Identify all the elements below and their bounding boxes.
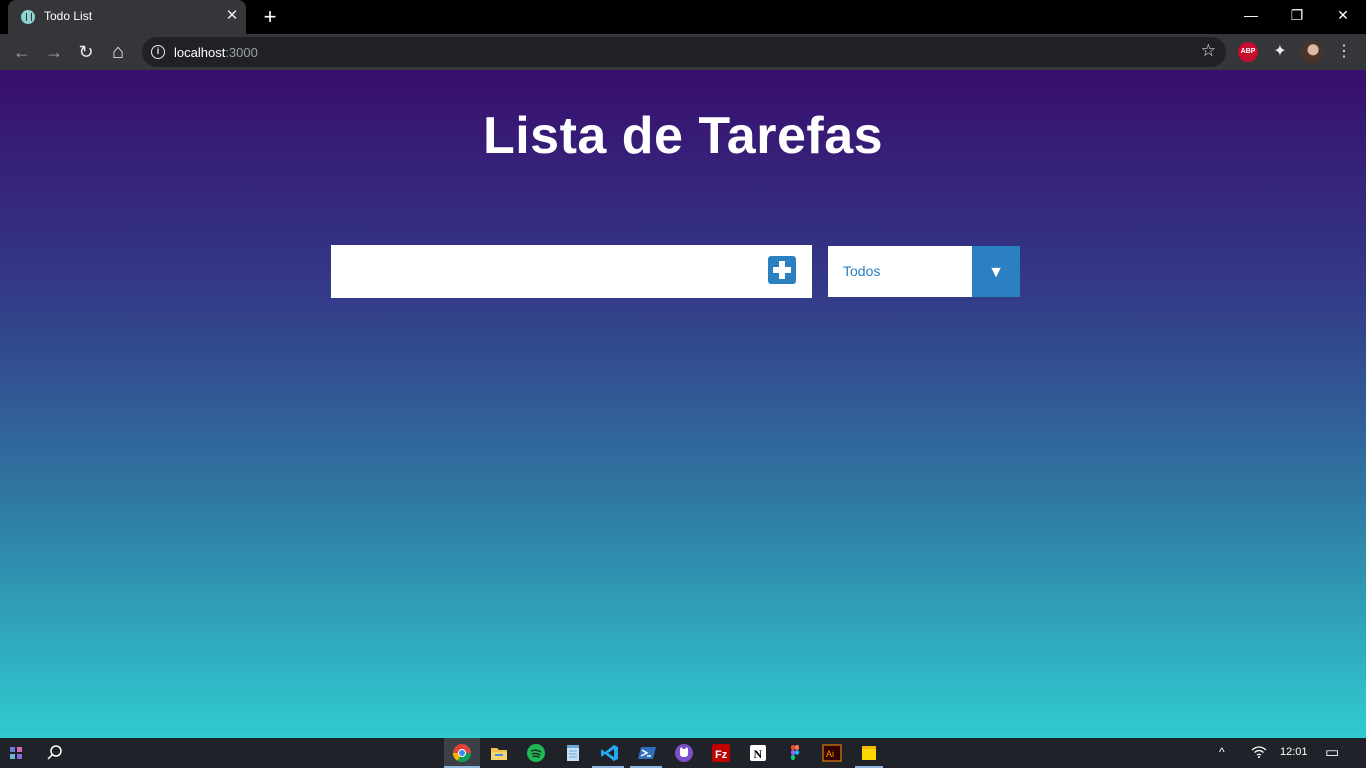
star-icon[interactable]: ☆ (1201, 41, 1216, 61)
adblock-icon[interactable]: ABP (1238, 42, 1258, 62)
notion-icon[interactable]: N (748, 743, 768, 763)
tab-title: Todo List (44, 9, 93, 23)
wifi-icon[interactable] (1251, 745, 1267, 762)
new-tab-button[interactable]: + (259, 6, 281, 28)
taskbar: Fz N Ai ^ 12:01 ▭ (0, 738, 1366, 768)
address-bar[interactable]: i localhost:3000 ☆ (142, 37, 1226, 67)
tray-chevron-icon[interactable]: ^ (1219, 745, 1225, 759)
file-explorer-icon[interactable] (489, 743, 509, 763)
windows-start-icon[interactable] (8, 745, 24, 761)
illustrator-icon[interactable]: Ai (822, 743, 842, 763)
browser-toolbar: ← → ↻ ⌂ i localhost:3000 ☆ ABP ✦ ⋮ (0, 34, 1366, 70)
svg-text:Ai: Ai (826, 749, 834, 759)
url-port: :3000 (225, 45, 258, 60)
favicon-icon (21, 10, 35, 24)
home-icon[interactable]: ⌂ (104, 38, 132, 66)
svg-text:Fz: Fz (715, 749, 728, 761)
sticky-notes-icon[interactable] (859, 743, 879, 763)
browser-tab[interactable]: Todo List ✕ (8, 0, 246, 34)
chrome-icon[interactable] (452, 743, 472, 763)
tab-close-icon[interactable]: ✕ (224, 8, 240, 24)
avatar[interactable] (1301, 41, 1323, 63)
notifications-icon[interactable]: ▭ (1325, 743, 1339, 761)
puzzle-icon[interactable]: ✦ (1270, 41, 1290, 63)
svg-text:N: N (754, 747, 763, 761)
url-host: localhost (174, 45, 226, 60)
figma-icon[interactable] (785, 743, 805, 763)
filter-selected-value: Todos (843, 263, 881, 279)
restore-button[interactable]: ❐ (1274, 0, 1320, 30)
info-icon[interactable]: i (151, 45, 165, 59)
close-window-button[interactable]: ✕ (1320, 0, 1366, 30)
minimize-button[interactable]: — (1228, 0, 1274, 30)
todo-input[interactable] (331, 245, 751, 298)
tab-strip: Todo List ✕ + — ❐ ✕ (0, 0, 1366, 34)
taskbar-clock[interactable]: 12:01 (1280, 746, 1308, 758)
vscode-icon[interactable] (600, 743, 620, 763)
add-button[interactable] (768, 256, 796, 284)
notepad-icon[interactable] (563, 743, 583, 763)
powershell-icon[interactable] (637, 743, 657, 763)
menu-icon[interactable]: ⋮ (1334, 41, 1354, 63)
github-desktop-icon[interactable] (674, 743, 694, 763)
page-content: Lista de Tarefas Todos ▼ (0, 70, 1366, 738)
spotify-icon[interactable] (526, 743, 546, 763)
page-title: Lista de Tarefas (482, 107, 884, 165)
search-icon[interactable] (45, 743, 65, 763)
filter-select[interactable]: Todos ▼ (828, 246, 1020, 297)
forward-icon[interactable]: → (40, 38, 68, 66)
todo-form (331, 245, 812, 298)
back-icon[interactable]: ← (8, 38, 36, 66)
filezilla-icon[interactable]: Fz (711, 743, 731, 763)
reload-icon[interactable]: ↻ (72, 38, 100, 66)
dropdown-arrow-icon[interactable]: ▼ (972, 246, 1020, 297)
url-text[interactable]: localhost:3000 (174, 45, 258, 60)
